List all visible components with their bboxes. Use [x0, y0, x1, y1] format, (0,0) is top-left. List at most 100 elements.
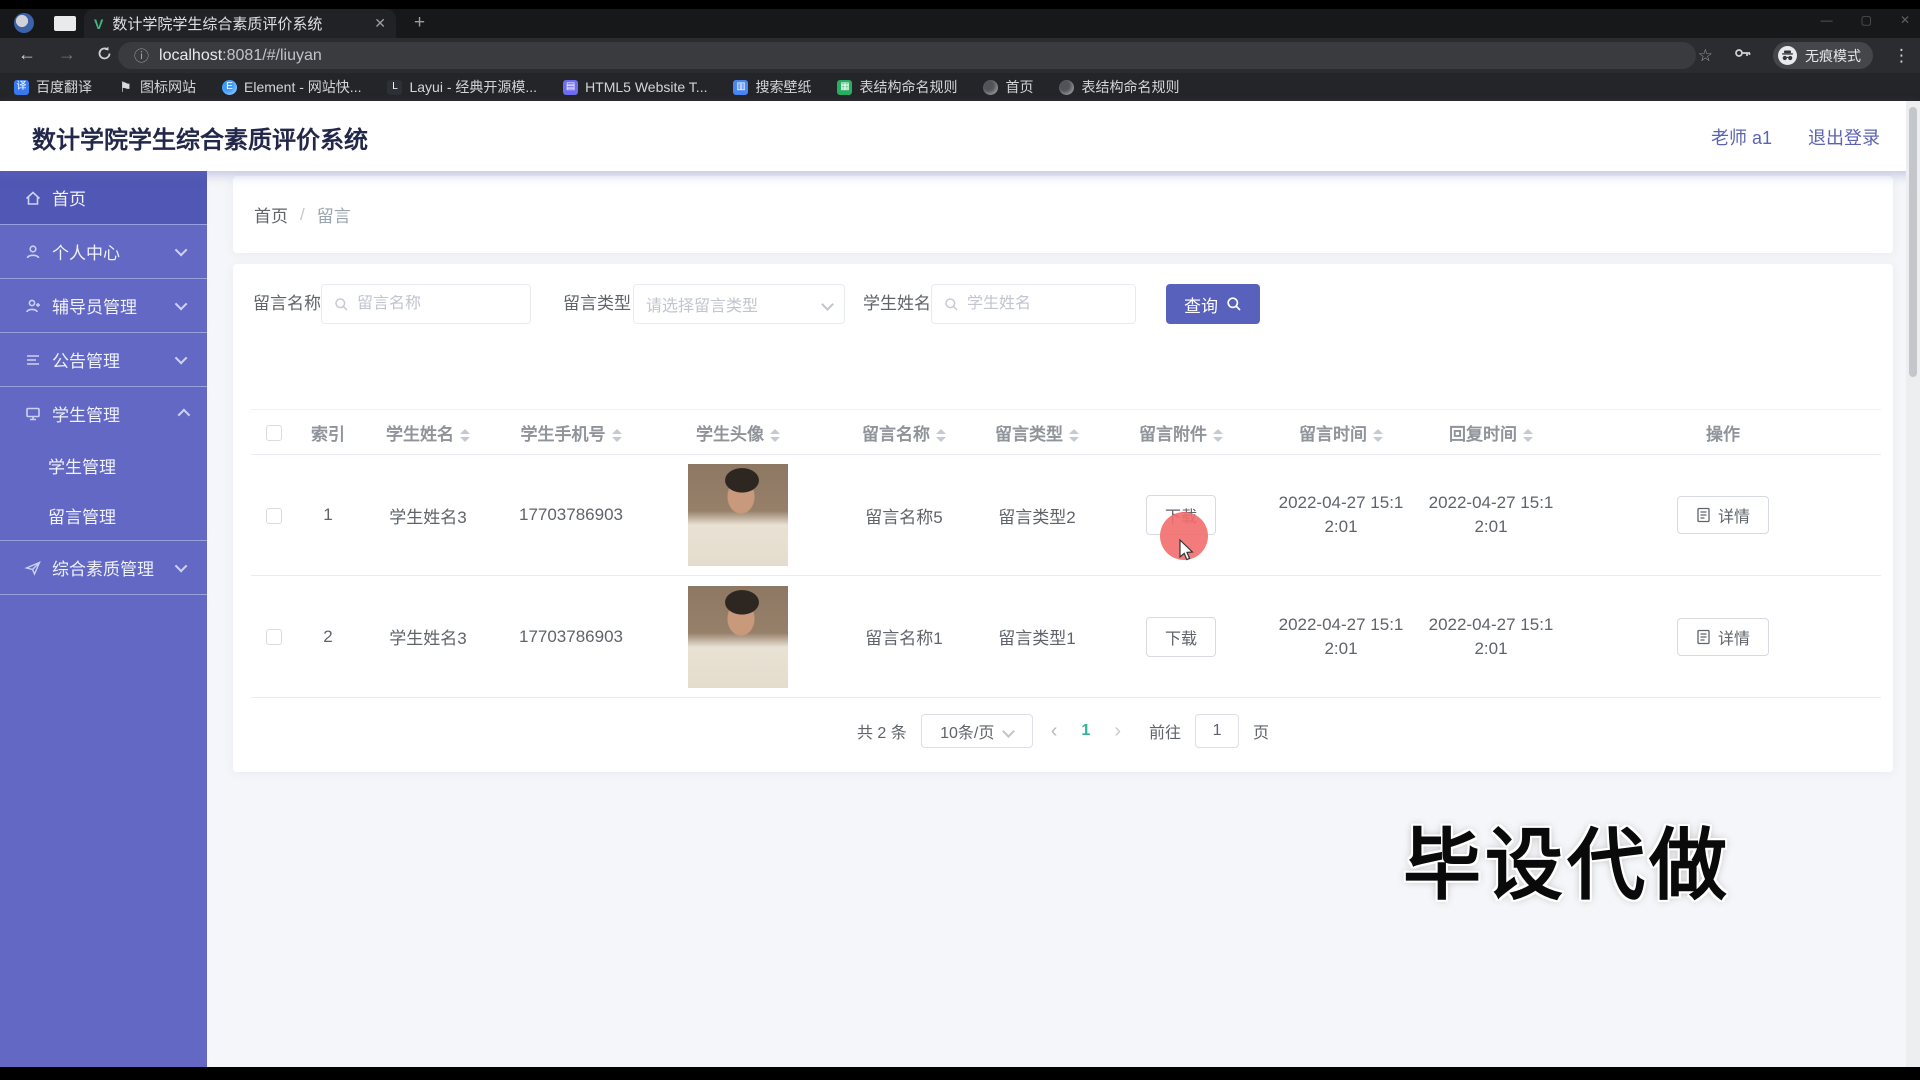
counselor-icon [26, 299, 40, 312]
download-button[interactable]: 下载 [1146, 616, 1216, 657]
sort-icon[interactable] [611, 428, 622, 442]
message-type-select[interactable]: 请选择留言类型 [633, 284, 845, 324]
bookmark-table-naming[interactable]: ▦ 表结构命名规则 [837, 77, 957, 97]
bookmark-wallpaper[interactable]: ▥ 搜索壁纸 [733, 77, 811, 97]
bookmark-star-icon[interactable]: ☆ [1698, 46, 1713, 66]
element-ui-icon: E [222, 79, 237, 95]
bookmark-icon-site[interactable]: ⚑ 图标网站 [118, 77, 196, 97]
sidebar-item-announcement-management[interactable]: 公告管理 [0, 333, 207, 386]
student-name-input[interactable] [931, 284, 1136, 324]
bookmark-layui[interactable]: L Layui - 经典开源模... [387, 77, 537, 97]
sort-icon[interactable] [1523, 428, 1533, 442]
incognito-badge: 无痕模式 [1773, 42, 1873, 69]
current-page-number[interactable]: 1 [1075, 722, 1096, 740]
col-header-message-time[interactable]: 留言时间 [1265, 409, 1417, 455]
site-favicon [983, 79, 999, 95]
window-close-button[interactable]: ✕ [1900, 13, 1910, 27]
logout-link[interactable]: 退出登录 [1808, 124, 1880, 150]
new-tab-button[interactable]: + [414, 12, 425, 34]
scrollbar-thumb[interactable] [1909, 107, 1917, 377]
divider [0, 594, 207, 595]
detail-button[interactable]: 详情 [1677, 617, 1769, 656]
sort-icon[interactable] [1213, 428, 1223, 442]
url-host: localhost [159, 46, 223, 64]
header-user-area: 老师 a1 退出登录 [1711, 124, 1880, 150]
search-button[interactable]: 查询 [1166, 284, 1260, 324]
goto-page-input[interactable] [1195, 714, 1240, 748]
bookmark-homepage[interactable]: 首页 [983, 77, 1033, 97]
document-icon [1697, 629, 1710, 644]
sort-icon[interactable] [770, 428, 780, 442]
detail-button[interactable]: 详情 [1677, 496, 1769, 534]
bookmark-table-naming-2[interactable]: 表结构命名规则 [1059, 77, 1179, 97]
window-thumbnail-icon [54, 16, 76, 31]
tab-title: 数计学院学生综合素质评价系统 [112, 16, 323, 33]
recorder-icon [14, 13, 34, 33]
key-icon[interactable] [1733, 43, 1753, 68]
table-rules-icon: ▦ [837, 79, 853, 95]
col-header-reply-time[interactable]: 回复时间 [1417, 409, 1565, 455]
app-header: 数计学院学生综合素质评价系统 老师 a1 退出登录 [0, 101, 1920, 171]
sort-icon[interactable] [1373, 428, 1383, 442]
browser-tab[interactable]: V 数计学院学生综合素质评价系统 ✕ [84, 9, 396, 38]
select-all-checkbox[interactable] [266, 424, 282, 441]
wallpaper-icon: ▥ [733, 79, 749, 95]
col-header-message-name[interactable]: 留言名称 [831, 409, 977, 455]
sidebar-item-personal-center[interactable]: 个人中心 [0, 225, 207, 278]
breadcrumb-card: 首页 / 留言 [233, 176, 1893, 253]
sidebar-subitem-student-management[interactable]: 学生管理 [0, 440, 207, 490]
browser-tab-strip: V 数计学院学生综合素质评价系统 ✕ + — ▢ ✕ [0, 9, 1920, 38]
cell-student-phone: 17703786903 [497, 575, 645, 698]
row-checkbox[interactable] [266, 629, 282, 646]
message-name-input[interactable] [321, 284, 531, 324]
bookmark-baidu-translate[interactable]: 译 百度翻译 [14, 77, 92, 97]
table-row: 2 学生姓名3 17703786903 留言名称1 留言类型1 下载 2022-… [251, 575, 1881, 698]
list-icon [27, 354, 39, 365]
col-header-student-avatar[interactable]: 学生头像 [645, 409, 831, 455]
breadcrumb-home[interactable]: 首页 [254, 202, 288, 227]
sort-icon[interactable] [936, 428, 946, 442]
sort-icon[interactable] [1069, 428, 1079, 442]
page-size-select[interactable]: 10条/页 [920, 714, 1033, 748]
app-body: 首页 个人中心 辅导员管理 公告管理 学生管理 学生管理 留言管理 综合素质管理… [0, 171, 1920, 1067]
address-bar[interactable]: ⓘ localhost :8081/#/liuyan [118, 42, 1696, 69]
sidebar-item-quality-management[interactable]: 综合素质管理 [0, 541, 207, 594]
page-info-icon[interactable]: ⓘ [134, 45, 149, 66]
browser-menu-icon[interactable]: ⋮ [1893, 46, 1910, 66]
sort-icon[interactable] [460, 428, 470, 442]
window-maximize-button[interactable]: ▢ [1861, 13, 1872, 27]
vue-favicon-icon: V [94, 15, 104, 32]
sidebar-item-student-management[interactable]: 学生管理 [0, 387, 207, 440]
bookmark-html5-template[interactable]: ▤ HTML5 Website T... [563, 79, 707, 95]
bookmark-element[interactable]: E Element - 网站快... [222, 77, 361, 97]
breadcrumb: 首页 / 留言 [254, 202, 351, 227]
chevron-down-icon [821, 297, 834, 311]
col-header-attachment[interactable]: 留言附件 [1097, 409, 1265, 455]
col-header-student-phone[interactable]: 学生手机号 [497, 409, 645, 455]
prev-page-icon[interactable]: ‹ [1047, 720, 1062, 743]
page-scrollbar[interactable] [1906, 101, 1920, 1067]
search-icon [335, 297, 348, 311]
table-row: 1 学生姓名3 17703786903 留言名称5 留言类型2 下载 2022-… [251, 454, 1881, 576]
refresh-icon[interactable] [96, 45, 113, 67]
col-header-actions: 操作 [1565, 409, 1881, 455]
sidebar-item-counselor-management[interactable]: 辅导员管理 [0, 279, 207, 332]
row-checkbox[interactable] [266, 507, 282, 524]
tab-close-icon[interactable]: ✕ [374, 15, 386, 32]
col-header-student-name[interactable]: 学生姓名 [359, 409, 497, 455]
col-header-message-type[interactable]: 留言类型 [977, 409, 1097, 455]
sidebar-subitem-message-management[interactable]: 留言管理 [0, 490, 207, 540]
screen: V 数计学院学生综合素质评价系统 ✕ + — ▢ ✕ ← → ⓘ localho… [0, 0, 1920, 1080]
back-icon[interactable]: ← [18, 44, 36, 65]
browser-address-row: ← → ⓘ localhost :8081/#/liuyan ☆ 无痕模式 ⋮ [0, 38, 1920, 73]
home-icon [25, 190, 41, 205]
address-actions: ☆ 无痕模式 ⋮ [1698, 38, 1910, 73]
message-name-field[interactable] [357, 295, 518, 313]
student-name-label: 学生姓名 [863, 294, 931, 313]
window-controls: — ▢ ✕ [1821, 13, 1910, 27]
next-page-icon[interactable]: › [1110, 720, 1125, 743]
window-minimize-button[interactable]: — [1821, 13, 1833, 27]
forward-icon[interactable]: → [58, 44, 76, 65]
student-name-field[interactable] [967, 295, 1123, 313]
sidebar-item-home[interactable]: 首页 [0, 171, 207, 224]
